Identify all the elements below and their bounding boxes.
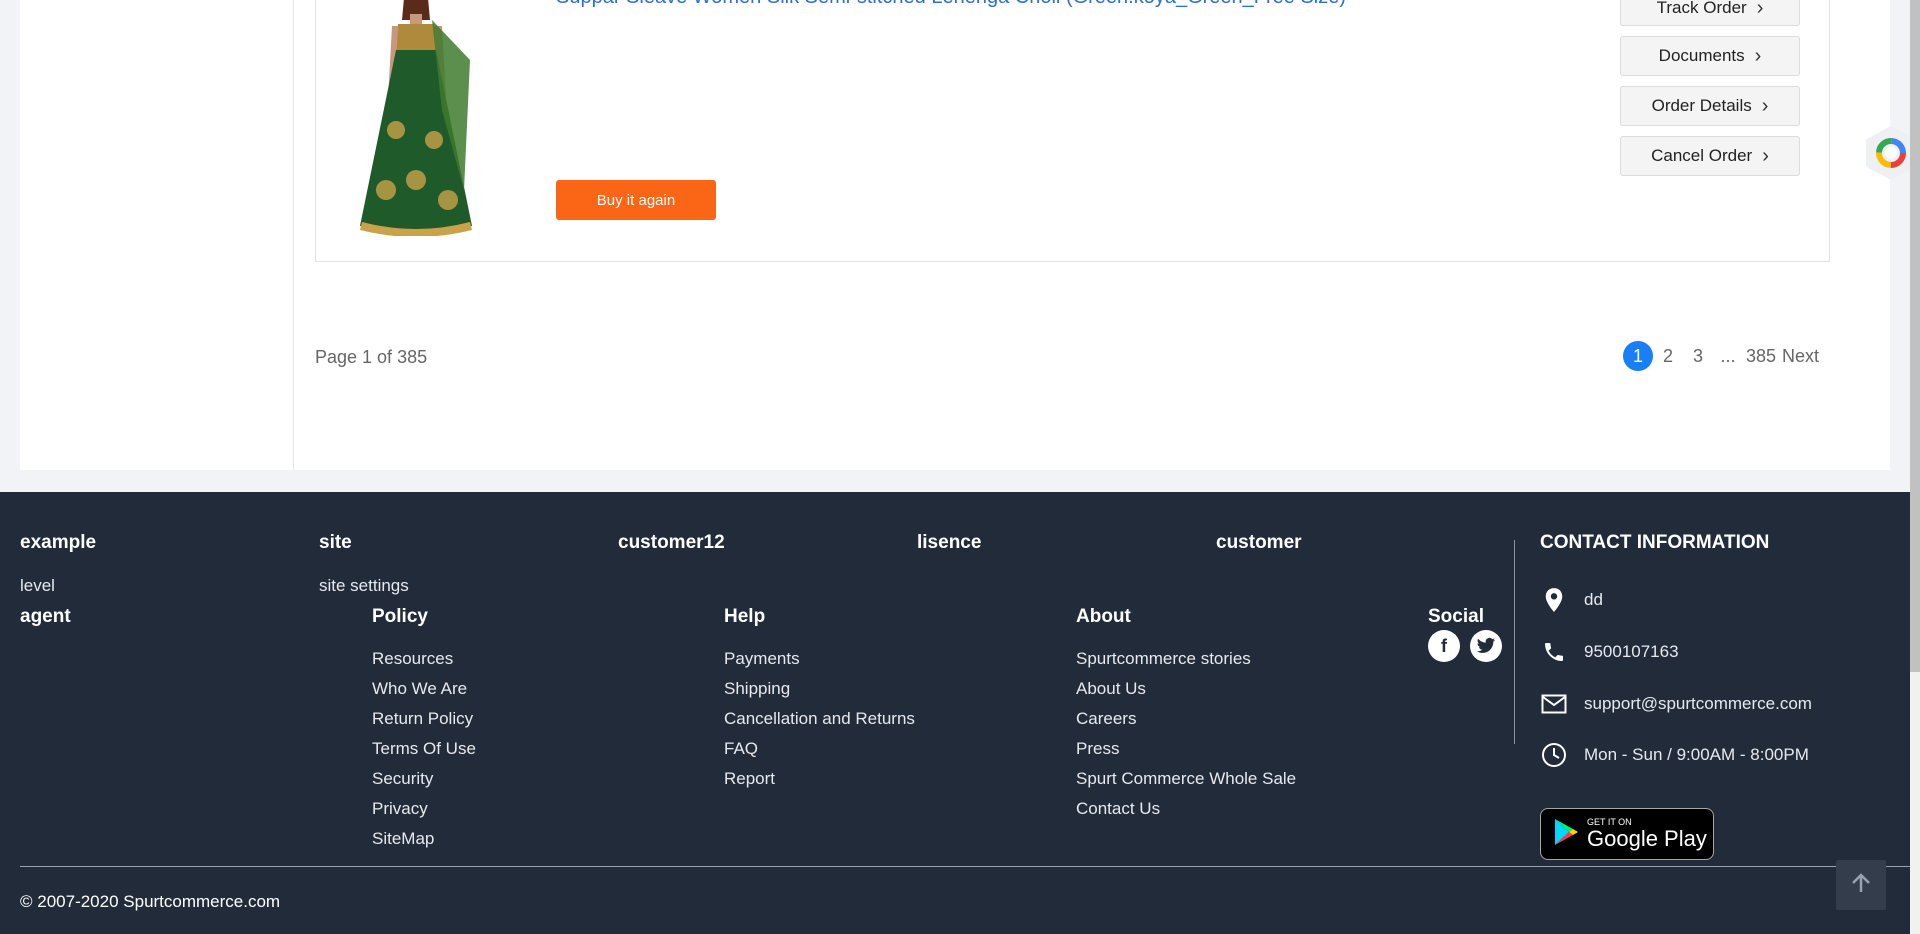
order-details-label: Order Details — [1651, 96, 1752, 115]
footer-link-press[interactable]: Press — [1076, 739, 1296, 758]
footer-bottom-divider — [20, 866, 1910, 867]
footer-link-shipping[interactable]: Shipping — [724, 679, 915, 698]
next-page-link[interactable]: Next — [1779, 341, 1822, 371]
track-order-button[interactable]: Track Order › — [1620, 0, 1800, 26]
product-image[interactable] — [346, 0, 486, 236]
contact-phone-text[interactable]: 9500107163 — [1584, 642, 1679, 662]
cancel-order-label: Cancel Order — [1651, 146, 1753, 165]
scrollbar-thumb[interactable] — [1910, 0, 1920, 672]
order-details-button[interactable]: Order Details › — [1620, 86, 1800, 126]
contact-email-text[interactable]: support@spurtcommerce.com — [1584, 694, 1812, 714]
footer-link-faq[interactable]: FAQ — [724, 739, 915, 758]
footer-heading-help: Help — [724, 606, 766, 627]
contact-email: support@spurtcommerce.com — [1540, 690, 1812, 718]
facebook-icon[interactable]: f — [1428, 630, 1460, 662]
page-3-link[interactable]: 3 — [1683, 341, 1713, 371]
footer-heading-about: About — [1076, 606, 1131, 627]
footer-link-site-settings[interactable]: site settings — [319, 576, 409, 596]
footer-link-whole-sale[interactable]: Spurt Commerce Whole Sale — [1076, 769, 1296, 788]
footer-link-who-we-are[interactable]: Who We Are — [372, 679, 476, 698]
order-actions: Track Order › Documents › Order Details › C… — [1620, 0, 1800, 186]
twitter-icon[interactable] — [1470, 630, 1502, 662]
footer-link-sitemap[interactable]: SiteMap — [372, 829, 476, 848]
contact-hours-text: Mon - Sun / 9:00AM - 8:00PM — [1584, 745, 1809, 764]
footer-link-terms-of-use[interactable]: Terms Of Use — [372, 739, 476, 758]
order-card: Suppar Sleave Women Silk Semi-stitched L… — [315, 0, 1830, 262]
page-2-link[interactable]: 2 — [1653, 341, 1683, 371]
contact-address: dd — [1540, 586, 1603, 614]
documents-button[interactable]: Documents › — [1620, 36, 1800, 76]
pagination: 1 2 3 ... 385 Next — [1623, 341, 1822, 371]
footer-link-cancellation-returns[interactable]: Cancellation and Returns — [724, 709, 915, 728]
contact-address-text: dd — [1584, 590, 1603, 609]
google-play-big-text: Google Play — [1587, 826, 1707, 851]
footer-heading-site[interactable]: site — [319, 532, 352, 554]
phone-icon — [1540, 638, 1568, 666]
contact-phone: 9500107163 — [1540, 638, 1679, 666]
location-pin-icon — [1540, 586, 1568, 614]
footer-heading-agent[interactable]: agent — [20, 606, 71, 628]
pagination-info: Page 1 of 385 — [315, 347, 428, 367]
google-play-badge[interactable]: GET IT ON Google Play — [1540, 808, 1714, 860]
footer-link-about-us[interactable]: About Us — [1076, 679, 1296, 698]
buy-again-button[interactable]: Buy it again — [556, 180, 716, 220]
arrow-up-icon — [1850, 872, 1872, 899]
footer-link-payments[interactable]: Payments — [724, 649, 915, 668]
clock-icon — [1540, 741, 1568, 769]
google-play-icon — [1553, 818, 1579, 851]
footer-link-report[interactable]: Report — [724, 769, 915, 788]
chevron-right-icon: › — [1761, 95, 1769, 117]
footer-heading-customer12[interactable]: customer12 — [618, 532, 725, 554]
footer-link-contact-us[interactable]: Contact Us — [1076, 799, 1296, 818]
footer-link-careers[interactable]: Careers — [1076, 709, 1296, 728]
policy-links: Resources Who We Are Return Policy Terms… — [372, 649, 476, 848]
contact-hours: Mon - Sun / 9:00AM - 8:00PM — [1540, 741, 1809, 769]
footer-link-resources[interactable]: Resources — [372, 649, 476, 668]
footer-divider — [1514, 540, 1515, 744]
about-links: Spurtcommerce stories About Us Careers P… — [1076, 649, 1296, 818]
footer-heading-example[interactable]: example — [20, 532, 96, 554]
documents-label: Documents — [1658, 46, 1745, 65]
product-title-link[interactable]: Suppar Sleave Women Silk Semi-stitched L… — [556, 0, 1346, 9]
cancel-order-button[interactable]: Cancel Order › — [1620, 136, 1800, 176]
footer-heading-lisence[interactable]: lisence — [917, 532, 981, 554]
scroll-to-top-button[interactable] — [1836, 860, 1886, 910]
track-order-label: Track Order — [1656, 0, 1747, 17]
page-last-link[interactable]: 385 — [1743, 341, 1779, 371]
account-sidebar — [20, 0, 294, 470]
footer-heading-policy: Policy — [372, 606, 428, 627]
contact-heading: CONTACT INFORMATION — [1540, 532, 1770, 553]
page-scrollbar[interactable] — [1910, 0, 1920, 934]
site-footer: example site customer12 lisence customer… — [0, 492, 1910, 934]
page-1-link[interactable]: 1 — [1623, 341, 1653, 371]
copyright-text: © 2007-2020 Spurtcommerce.com — [20, 892, 281, 911]
chevron-right-icon: › — [1754, 45, 1762, 67]
help-links: Payments Shipping Cancellation and Retur… — [724, 649, 915, 788]
footer-link-return-policy[interactable]: Return Policy — [372, 709, 476, 728]
footer-heading-customer[interactable]: customer — [1216, 532, 1302, 554]
chevron-right-icon: › — [1762, 145, 1769, 167]
mail-icon — [1540, 690, 1568, 718]
chevron-right-icon: › — [1756, 0, 1764, 19]
footer-heading-social: Social — [1428, 606, 1484, 627]
pagination-ellipsis: ... — [1720, 345, 1736, 366]
footer-link-privacy[interactable]: Privacy — [372, 799, 476, 818]
footer-link-level[interactable]: level — [20, 576, 55, 596]
footer-link-stories[interactable]: Spurtcommerce stories — [1076, 649, 1296, 668]
footer-link-security[interactable]: Security — [372, 769, 476, 788]
